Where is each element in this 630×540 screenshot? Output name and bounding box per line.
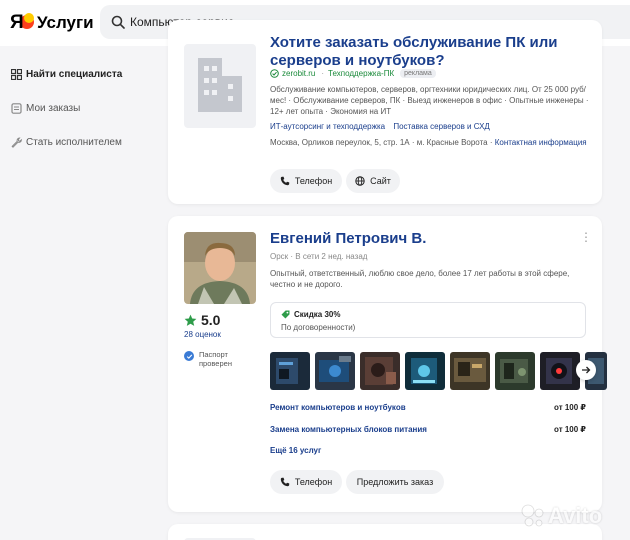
ad-site-link[interactable]: zerobit.ru (282, 69, 315, 78)
sidebar-item-become-performer[interactable]: Стать исполнителем (10, 132, 160, 152)
work-gallery (270, 352, 612, 390)
specialist-avatar[interactable] (184, 232, 256, 304)
ad-description: Обслуживание компьютеров, серверов, оргт… (270, 85, 589, 116)
search-icon (111, 15, 125, 29)
discount-box: Скидка 30% По договоренности) (270, 302, 586, 338)
contact-info-link[interactable]: Контактная информация (495, 138, 587, 147)
yandex-services-logo[interactable]: Я Услуги (10, 11, 94, 35)
watermark-text: Avito (548, 503, 603, 528)
service-price: от 100 ₽ (554, 403, 586, 412)
site-button[interactable]: Сайт (346, 169, 400, 193)
rating: 5.0 (184, 312, 220, 328)
gallery-photo[interactable] (495, 352, 535, 390)
ad-card: Хотите заказать обслуживание ПК или серв… (168, 20, 602, 204)
globe-icon (355, 176, 365, 186)
service-row[interactable]: Ремонт компьютеров и ноутбуков от 100 ₽ (270, 403, 586, 412)
phone-button[interactable]: Телефон (270, 169, 342, 193)
passport-verified: Паспорт проверен (184, 350, 232, 368)
service-row[interactable]: Замена компьютерных блоков питания от 10… (270, 425, 586, 434)
more-options-icon[interactable]: ⋮ (580, 230, 592, 244)
service-name[interactable]: Замена компьютерных блоков питания (270, 425, 427, 434)
sidebar-item-label: Найти специалиста (26, 68, 123, 80)
gallery-photo[interactable] (540, 352, 580, 390)
avito-watermark: Avito (520, 503, 602, 529)
specialist-status: Орск · В сети 2 нед. назад (270, 252, 367, 261)
company-image-placeholder (184, 44, 256, 128)
specialist-card: 5.0 28 оценок Паспорт проверен Евгений Пе… (168, 216, 607, 512)
phone-icon (280, 176, 290, 186)
ad-address: Москва, Орликов переулок, 5, стр. 1А · м… (270, 137, 590, 148)
specialist-description: Опытный, ответственный, люблю свое дело,… (270, 269, 570, 289)
rating-value: 5.0 (201, 312, 221, 328)
logo-text: Услуги (37, 13, 94, 32)
arrow-right-icon (582, 366, 591, 374)
ad-sitelink[interactable]: ИТ-аутсорсинг и техподдержка (270, 122, 385, 131)
offer-order-button[interactable]: Предложить заказ (346, 470, 444, 494)
specialist-location: Орск (270, 252, 289, 261)
passport-line2: проверен (199, 359, 232, 368)
sidebar-item-label: Стать исполнителем (26, 136, 122, 148)
site-button-label: Сайт (370, 176, 391, 186)
gallery-photo[interactable] (360, 352, 400, 390)
reviews-count[interactable]: 28 оценок (184, 330, 221, 339)
wrench-icon (10, 136, 22, 148)
discount-title-text: Скидка 30% (294, 310, 341, 319)
gallery-next-button[interactable] (576, 360, 596, 380)
discount-title: Скидка 30% (281, 310, 340, 319)
more-services-link[interactable]: Ещё 16 услуг (270, 446, 321, 455)
building-icon (198, 58, 242, 112)
yandex-logo-icon: Я (10, 11, 34, 35)
orders-icon (10, 102, 22, 114)
verified-site-icon (270, 69, 279, 78)
phone-button[interactable]: Телефон (270, 470, 342, 494)
avito-logo-icon (521, 504, 544, 527)
ad-meta: zerobit.ru · Техподдержка-ПК реклама (270, 69, 436, 78)
specialist-name[interactable]: Евгений Петрович В. (270, 230, 426, 247)
phone-button-label: Телефон (294, 176, 333, 186)
verified-check-icon (184, 351, 194, 361)
tag-icon (281, 310, 290, 319)
gallery-photo[interactable] (270, 352, 310, 390)
ad-sitelink[interactable]: Поставка серверов и СХД (393, 122, 489, 131)
ad-address-text: Москва, Орликов переулок, 5, стр. 1А · м… (270, 138, 495, 147)
phone-button-label: Телефон (294, 477, 333, 487)
ad-category-link[interactable]: Техподдержка-ПК (328, 69, 394, 78)
discount-subtitle: По договоренности) (281, 323, 356, 332)
sidebar-item-find-specialist[interactable]: Найти специалиста (10, 64, 160, 84)
ad-sitelinks: ИТ-аутсорсинг и техподдержка Поставка се… (270, 122, 496, 131)
gallery-photo[interactable] (315, 352, 355, 390)
grid-icon (10, 68, 22, 80)
sidebar-item-label: Мои заказы (26, 102, 81, 114)
ad-badge: реклама (400, 69, 436, 78)
gallery-photo[interactable] (450, 352, 490, 390)
sidebar-item-my-orders[interactable]: Мои заказы (10, 98, 160, 118)
meta-separator: · (321, 69, 325, 78)
star-icon (184, 314, 197, 327)
sidebar: Найти специалиста Мои заказы Стать испол… (10, 64, 160, 166)
passport-line1: Паспорт (199, 350, 228, 359)
online-status: В сети 2 нед. назад (295, 252, 368, 261)
gallery-photo[interactable] (405, 352, 445, 390)
service-price: от 100 ₽ (554, 425, 586, 434)
phone-icon (280, 477, 290, 487)
offer-order-button-label: Предложить заказ (356, 477, 434, 487)
service-name[interactable]: Ремонт компьютеров и ноутбуков (270, 403, 406, 412)
ad-title[interactable]: Хотите заказать обслуживание ПК или серв… (270, 34, 590, 70)
